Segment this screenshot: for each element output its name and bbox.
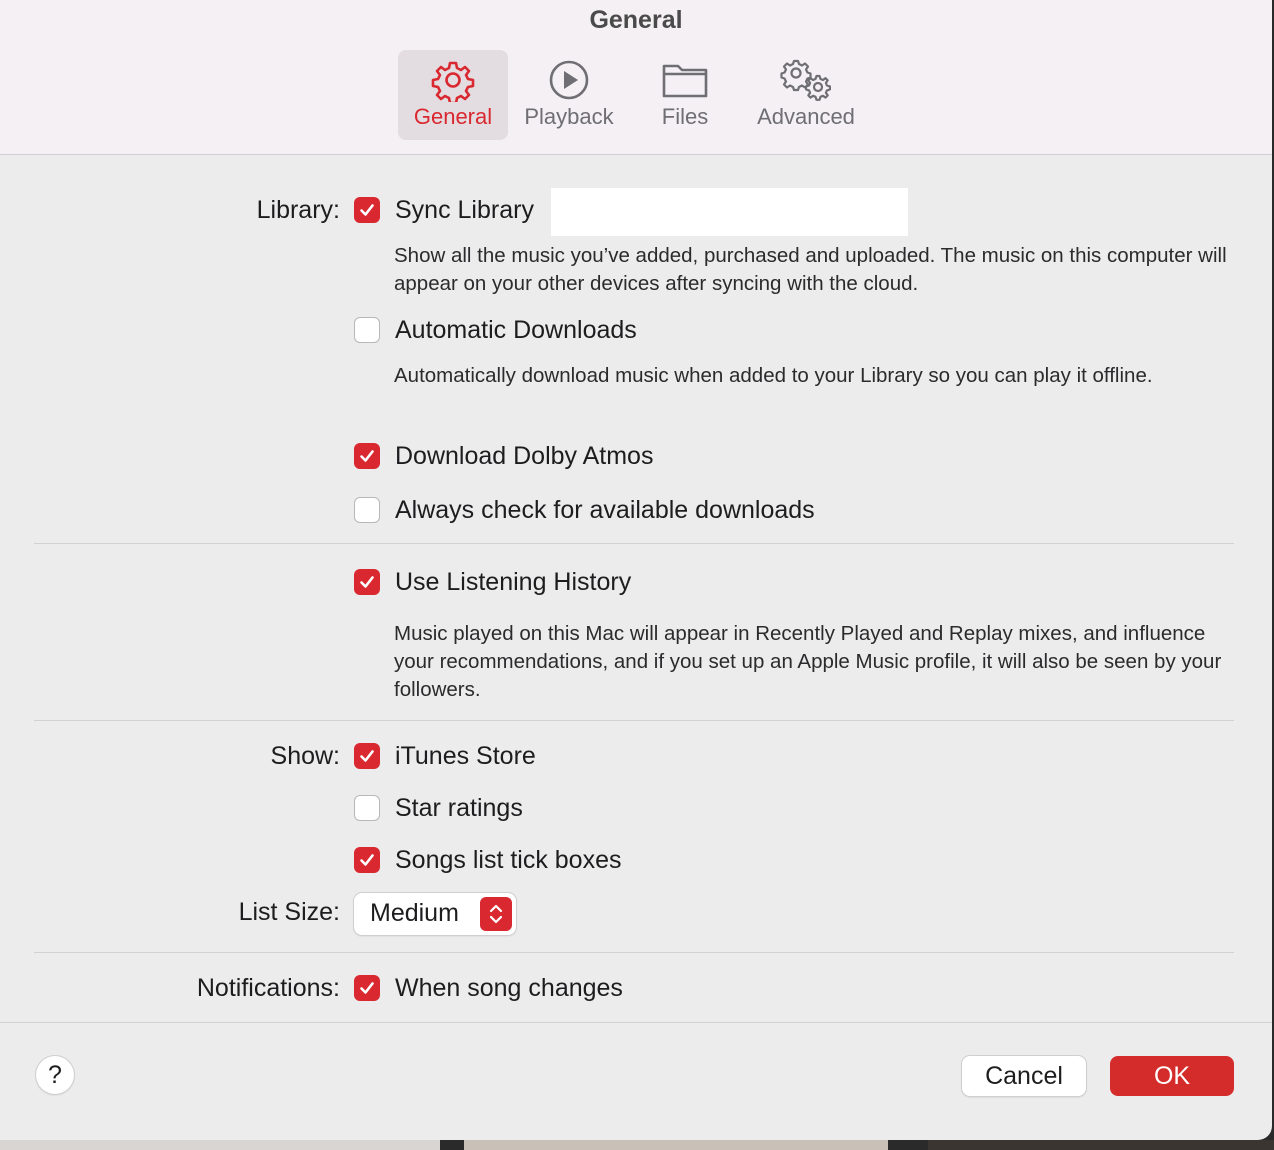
tab-advanced[interactable]: Advanced [746,50,866,140]
automatic-downloads-checkbox[interactable] [354,317,380,343]
songs-list-tick-boxes-label: Songs list tick boxes [395,846,622,874]
library-label: Library: [256,196,340,224]
list-size-select[interactable]: Medium [354,893,516,935]
checkmark-icon [360,854,374,866]
tab-general[interactable]: General [398,50,508,140]
preferences-window: General General Playback Files Advanced … [0,0,1272,1140]
cancel-button[interactable]: Cancel [962,1056,1086,1096]
star-ratings-label: Star ratings [395,794,523,822]
sync-library-label: Sync Library [395,196,534,224]
star-ratings-checkbox[interactable] [354,795,380,821]
checkmark-icon [360,204,374,216]
download-dolby-atmos-label: Download Dolby Atmos [395,442,654,470]
section-divider [34,543,1234,544]
help-button[interactable]: ? [36,1056,74,1094]
background-content [0,1140,440,1150]
tab-label: Files [661,104,709,129]
section-divider [34,720,1234,721]
use-listening-history-label: Use Listening History [395,568,632,596]
when-song-changes-checkbox[interactable] [354,975,380,1001]
window-title: General [589,6,683,34]
checkmark-icon [360,450,374,462]
checkmark-icon [360,982,374,994]
up-down-chevron-icon [480,897,512,931]
notifications-label: Notifications: [196,974,340,1002]
when-song-changes-label: When song changes [395,974,623,1002]
background-content [464,1140,888,1150]
footer-divider [0,1022,1272,1023]
toolbar: General General Playback Files Advanced [0,0,1272,155]
tab-files[interactable]: Files [630,50,740,140]
checkmark-icon [360,576,374,588]
listening-history-description: Music played on this Mac will appear in … [394,622,1222,701]
tab-label: Advanced [757,104,855,129]
automatic-downloads-label: Automatic Downloads [395,316,637,344]
always-check-downloads-checkbox[interactable] [354,497,380,523]
ok-button[interactable]: OK [1110,1056,1234,1096]
sync-library-description: Show all the music you’ve added, purchas… [394,244,1227,295]
download-dolby-atmos-checkbox[interactable] [354,443,380,469]
gear-icon [431,61,475,102]
list-size-label: List Size: [238,898,340,926]
checkmark-icon [360,750,374,762]
itunes-store-label: iTunes Store [395,742,536,770]
tab-label: General [413,104,493,129]
play-circle-icon [549,60,589,100]
background-content [928,1140,1274,1150]
automatic-downloads-description: Automatically download music when added … [394,364,1153,387]
list-size-value: Medium [370,899,459,927]
always-check-downloads-label: Always check for available downloads [395,496,815,524]
show-label: Show: [270,742,340,770]
tab-label: Playback [524,104,614,129]
gears-icon [780,59,831,101]
section-divider [34,952,1234,953]
sync-library-checkbox[interactable] [354,197,380,223]
use-listening-history-checkbox[interactable] [354,569,380,595]
redacted-area [551,188,908,236]
folder-icon [662,64,708,98]
songs-list-tick-boxes-checkbox[interactable] [354,847,380,873]
itunes-store-checkbox[interactable] [354,743,380,769]
tab-playback[interactable]: Playback [514,50,624,140]
